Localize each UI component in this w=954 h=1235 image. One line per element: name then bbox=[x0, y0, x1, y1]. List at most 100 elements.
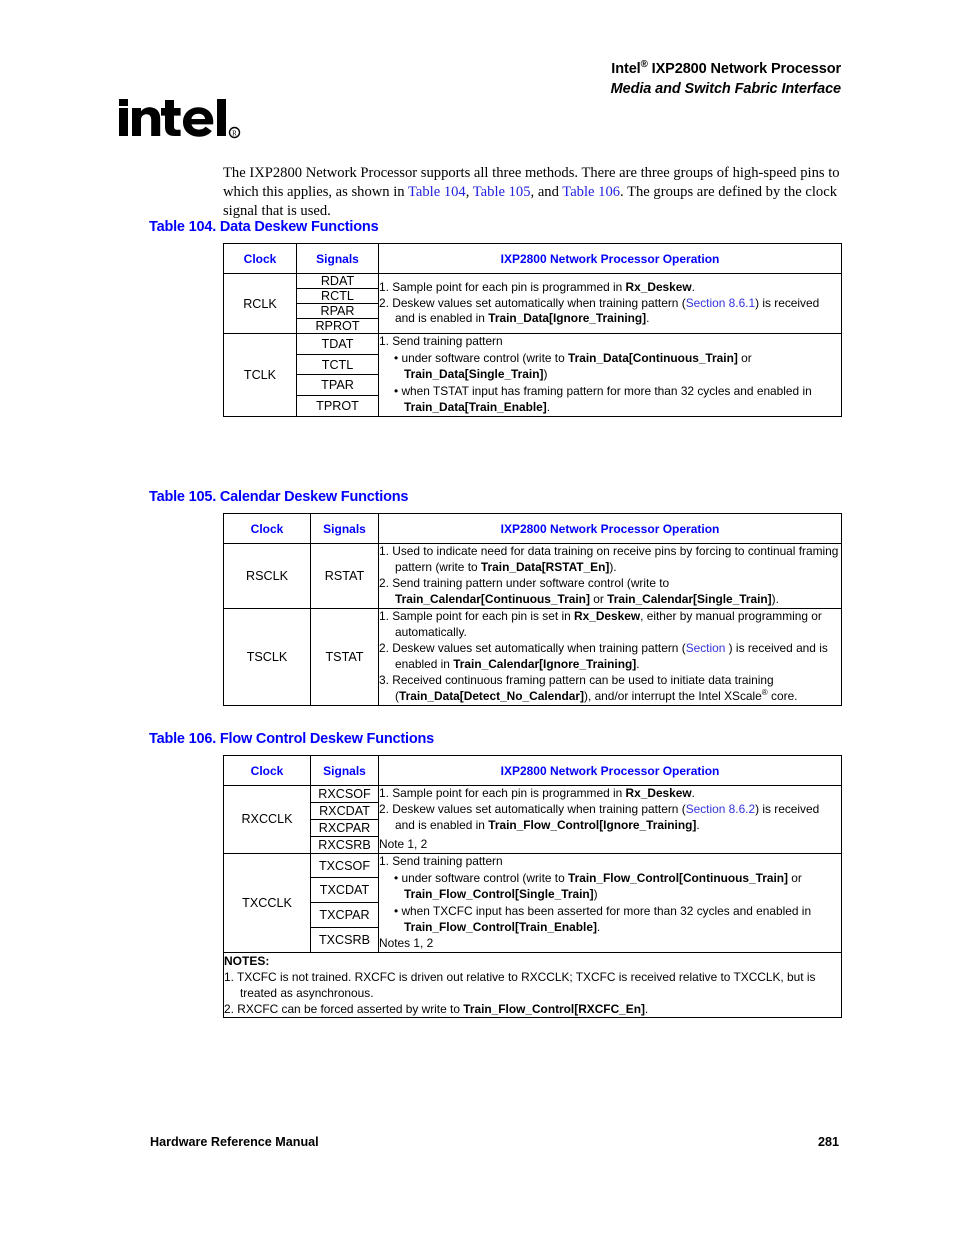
text-run: ) bbox=[593, 886, 598, 901]
numbered-list-item: 2. Deskew values set automatically when … bbox=[379, 296, 841, 328]
section-link[interactable]: Section bbox=[686, 641, 726, 655]
table-row: RCLK RDAT 1. Sample point for each pin is … bbox=[223, 273, 842, 334]
text-run: . bbox=[596, 919, 601, 934]
signal-cell: RCTL bbox=[296, 288, 379, 304]
note-item: 1. TXCFC is not trained. RXCFC is driven… bbox=[224, 970, 841, 1002]
note-item: 2. RXCFC can be forced asserted by write… bbox=[224, 1002, 841, 1018]
caption-table-104: Table 104. Data Deskew Functions bbox=[149, 219, 379, 235]
register-field-name: Train_Calendar[Continuous_Train] bbox=[395, 591, 590, 606]
table-row: TSCLK TSTAT 1. Sample point for each pin i… bbox=[223, 607, 842, 706]
note-reference-text: Notes 1, 2 bbox=[379, 936, 841, 952]
col-header-clock: Clock bbox=[223, 243, 297, 274]
registered-mark: ® bbox=[640, 59, 648, 71]
signal-cell: RDAT bbox=[296, 273, 379, 289]
text-run: or bbox=[788, 870, 802, 885]
clock-cell: TCLK bbox=[223, 333, 297, 417]
numbered-list-item: 3. Received continuous framing pattern c… bbox=[379, 673, 841, 705]
col-header-signals: Signals bbox=[310, 755, 379, 786]
register-field-name: Train_Calendar[Ignore_Training] bbox=[453, 656, 637, 671]
register-field-name: Rx_Deskew bbox=[574, 608, 641, 623]
text-run: Send training pattern bbox=[392, 853, 503, 868]
list-marker: 1. bbox=[224, 969, 238, 984]
link-table-104[interactable]: Table 104 bbox=[408, 184, 466, 200]
header-product: IXP2800 Network Processor bbox=[647, 61, 841, 77]
text-run: under software control (write to bbox=[401, 350, 569, 365]
text-run: . bbox=[691, 786, 695, 800]
text-run: Send training pattern bbox=[392, 334, 503, 348]
text-run: . bbox=[636, 656, 640, 671]
table-106: Clock Signals IXP2800 Network Processor … bbox=[223, 755, 842, 1019]
text-run: Deskew values set automatically when tra… bbox=[392, 640, 686, 655]
caption-table-106: Table 106. Flow Control Deskew Functions bbox=[149, 731, 435, 747]
note-reference-text: Note 1, 2 bbox=[379, 837, 841, 853]
register-field-name: Train_Calendar[Single_Train] bbox=[607, 591, 772, 606]
signal-cell: TXCDAT bbox=[310, 877, 379, 904]
table-104: Clock Signals IXP2800 Network Processor … bbox=[223, 243, 842, 417]
list-marker: 1. bbox=[379, 279, 393, 294]
operation-cell: 1. Used to indicate need for data traini… bbox=[378, 543, 842, 609]
register-field-name: Train_Data[Ignore_Training] bbox=[488, 311, 647, 326]
intro-paragraph: The IXP2800 Network Processor supports a… bbox=[223, 164, 843, 222]
register-field-name: Train_Flow_Control[Single_Train] bbox=[404, 886, 594, 901]
numbered-list-item: 1. Sample point for each pin is programm… bbox=[379, 280, 841, 296]
clock-cell: TXCCLK bbox=[223, 852, 311, 953]
text-run: Notes 1, 2 bbox=[379, 935, 434, 950]
register-field-name: Train_Data[Single_Train] bbox=[404, 366, 544, 381]
text-run: when TSTAT input has framing pattern for… bbox=[401, 383, 812, 398]
table-header-row: Clock Signals IXP2800 Network Processor … bbox=[223, 513, 842, 544]
text-run: . bbox=[646, 311, 650, 326]
notes-cell: NOTES: 1. TXCFC is not trained. RXCFC is … bbox=[223, 951, 842, 1019]
bullet-list-item: • when TSTAT input has framing pattern f… bbox=[388, 384, 841, 416]
numbered-list-item: 2. Deskew values set automatically when … bbox=[379, 641, 841, 673]
signal-cell: RXCSRB bbox=[310, 835, 379, 854]
header-title-line2: Media and Switch Fabric Interface bbox=[610, 80, 841, 97]
register-field-name: Train_Flow_Control[Continuous_Train] bbox=[568, 870, 788, 885]
table-row: RXCCLK RXCSOF 1. Sample point for each pin… bbox=[223, 785, 842, 854]
link-table-105[interactable]: Table 105 bbox=[473, 184, 531, 200]
col-header-signals: Signals bbox=[296, 243, 379, 274]
text-run: Deskew values set automatically when tra… bbox=[392, 801, 686, 816]
table-header-row: Clock Signals IXP2800 Network Processor … bbox=[223, 243, 842, 274]
clock-cell: TSCLK bbox=[223, 607, 311, 706]
list-marker: 1. bbox=[379, 853, 393, 868]
signal-cell: TPAR bbox=[296, 374, 379, 397]
svg-text:R: R bbox=[232, 129, 237, 137]
intro-sep-2: , and bbox=[530, 183, 563, 200]
text-run: Sample point for each pin is programmed … bbox=[392, 279, 626, 294]
text-run: . bbox=[696, 817, 700, 832]
signal-cell: TCTL bbox=[296, 353, 379, 376]
text-run: ). bbox=[771, 591, 779, 606]
signal-cell: TSTAT bbox=[310, 607, 379, 706]
register-field-name: Train_Data[Continuous_Train] bbox=[568, 350, 738, 365]
signal-cell: RXCPAR bbox=[310, 818, 379, 837]
text-run: Sample point for each pin is set in bbox=[392, 608, 574, 623]
signal-cell: TXCPAR bbox=[310, 902, 379, 928]
header-title-line1: Intel® IXP2800 Network Processor bbox=[611, 60, 841, 80]
clock-cell: RCLK bbox=[223, 273, 297, 334]
section-link[interactable]: Section 8.6.1 bbox=[686, 296, 755, 310]
text-run: . bbox=[691, 279, 695, 294]
intel-logo: R bbox=[117, 98, 241, 146]
text-run: ) bbox=[543, 366, 548, 381]
operation-cell: 1. Send training pattern • under software… bbox=[378, 852, 842, 953]
text-run: or bbox=[737, 350, 752, 365]
page-header: Intel® IXP2800 Network Processor Media a… bbox=[611, 60, 841, 99]
footer-manual-title: Hardware Reference Manual bbox=[150, 1135, 319, 1149]
register-field-name: Train_Flow_Control[Ignore_Training] bbox=[488, 817, 697, 832]
text-run: core. bbox=[767, 688, 798, 703]
text-run: under software control (write to bbox=[401, 870, 569, 885]
operation-cell: 1. Sample point for each pin is programm… bbox=[378, 785, 842, 854]
signal-cell: TDAT bbox=[296, 333, 379, 355]
table-row: TCLK TDAT 1. Send training pattern • under … bbox=[223, 333, 842, 417]
col-header-clock: Clock bbox=[223, 755, 311, 786]
table-row: TXCCLK TXCSOF 1. Send training pattern • un… bbox=[223, 852, 842, 953]
section-link[interactable]: Section 8.6.2 bbox=[686, 802, 755, 816]
link-table-106[interactable]: Table 106 bbox=[562, 184, 620, 200]
clock-cell: RXCCLK bbox=[223, 785, 311, 854]
text-run: RXCFC can be forced asserted by write to bbox=[237, 1001, 464, 1016]
list-marker: 1. bbox=[379, 786, 393, 800]
text-run: or bbox=[589, 591, 608, 606]
text-run: . bbox=[546, 399, 551, 414]
list-marker: 2. bbox=[379, 295, 393, 310]
caption-table-105: Table 105. Calendar Deskew Functions bbox=[149, 489, 409, 505]
